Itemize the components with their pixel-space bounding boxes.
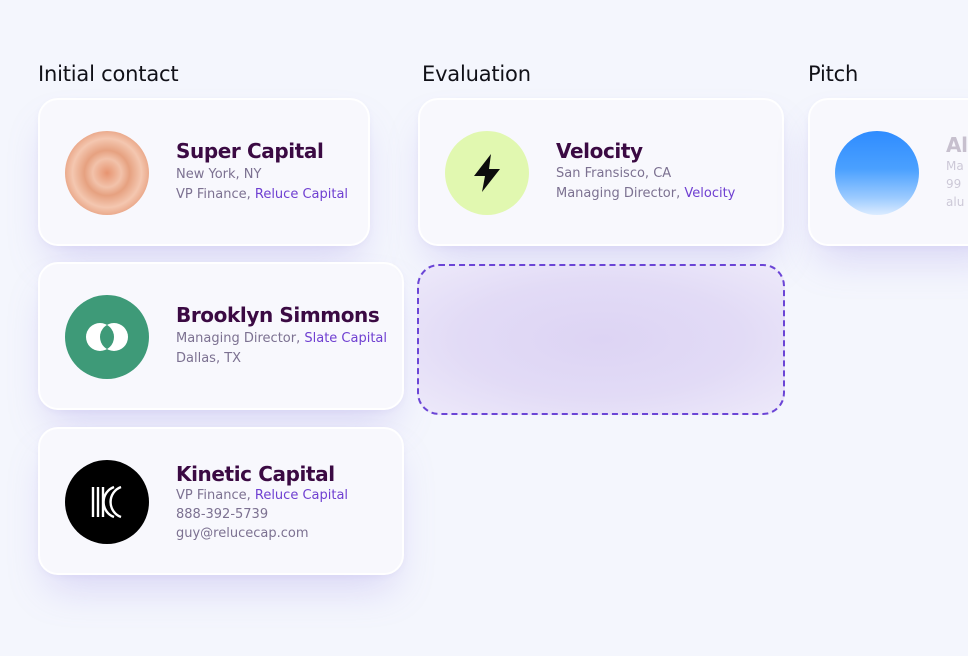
- card-location: Dallas, TX: [176, 351, 242, 366]
- deal-card-pitch[interactable]: Al Ma 99 alu: [808, 98, 968, 246]
- kinetic-logo-icon: [65, 460, 149, 544]
- card-drop-zone[interactable]: [417, 264, 785, 415]
- deal-card-brooklyn-simmons[interactable]: Brooklyn Simmons Managing Director, Slat…: [38, 262, 404, 410]
- card-role: Managing Director,: [176, 331, 305, 346]
- card-role: VP Finance,: [176, 187, 255, 202]
- brooklyn-logo-icon: [65, 295, 149, 379]
- card-role: Ma: [946, 159, 964, 173]
- pitch-logo-icon: [835, 131, 919, 215]
- velocity-logo-icon: [445, 131, 529, 215]
- super-capital-logo-icon: [65, 131, 149, 215]
- company-link[interactable]: Slate Capital: [304, 331, 387, 346]
- card-phone: 99: [946, 177, 962, 191]
- column-title-initial-contact: Initial contact: [38, 62, 179, 86]
- card-location: New York, NY: [176, 167, 262, 182]
- company-link[interactable]: Reluce Capital: [255, 488, 348, 503]
- company-link[interactable]: Velocity: [684, 186, 735, 201]
- card-email: alu: [946, 195, 965, 209]
- lightning-bolt-icon: [474, 154, 500, 192]
- deal-card-velocity[interactable]: Velocity San Fransisco, CA Managing Dire…: [418, 98, 784, 246]
- card-email: guy@relucecap.com: [176, 526, 309, 541]
- card-title: Kinetic Capital: [176, 462, 335, 486]
- column-title-evaluation: Evaluation: [422, 62, 531, 86]
- card-role: VP Finance,: [176, 488, 255, 503]
- card-title: Super Capital: [176, 139, 324, 163]
- card-title: Velocity: [556, 139, 643, 163]
- deal-card-super-capital[interactable]: Super Capital New York, NY VP Finance, R…: [38, 98, 370, 246]
- column-title-pitch: Pitch: [808, 62, 859, 86]
- card-title: Al: [946, 133, 968, 157]
- deal-card-kinetic-capital[interactable]: Kinetic Capital VP Finance, Reluce Capit…: [38, 427, 404, 575]
- company-link[interactable]: Reluce Capital: [255, 187, 348, 202]
- card-location: San Fransisco, CA: [556, 166, 672, 181]
- card-phone: 888-392-5739: [176, 507, 269, 522]
- card-title: Brooklyn Simmons: [176, 303, 380, 327]
- card-role: Managing Director,: [556, 186, 685, 201]
